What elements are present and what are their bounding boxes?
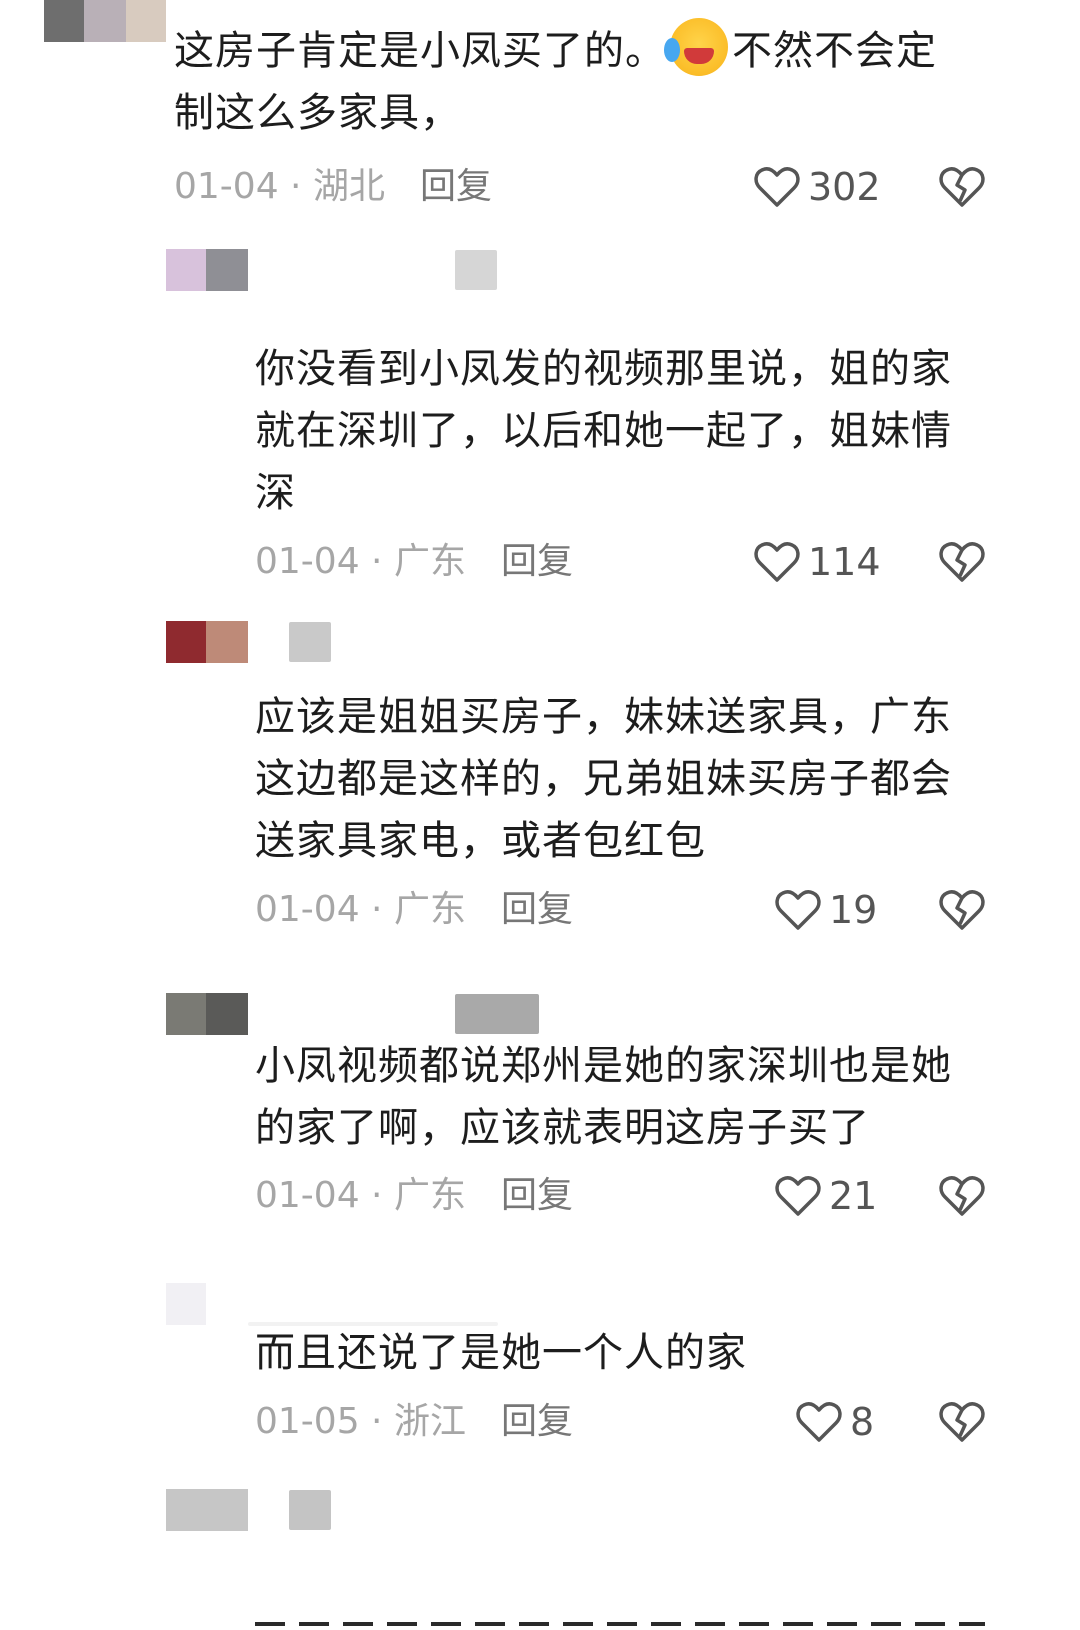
heart-outline-icon: [796, 1402, 842, 1442]
dislike-button[interactable]: [937, 1397, 987, 1447]
avatar[interactable]: [166, 1489, 248, 1531]
comment-text-line: 就在深圳了，以后和她一起了，姐妹情: [255, 408, 952, 454]
comment-date-region: 01-04 · 湖北: [174, 166, 385, 207]
username[interactable]: [289, 1490, 331, 1530]
comment-text: 应该是姐姐买房子，妹妹送家具，广东 这边都是这样的，兄弟姐妹买房子都会 送家具家…: [255, 686, 1035, 872]
crying-laughing-emoji-icon: [664, 18, 728, 76]
comment-text-line: 应该是姐姐买房子，妹妹送家具，广东: [255, 694, 952, 740]
like-count: 302: [808, 165, 881, 209]
broken-heart-icon: [939, 167, 985, 207]
like-count: 114: [808, 540, 881, 584]
username[interactable]: [455, 250, 497, 290]
broken-heart-icon: [939, 542, 985, 582]
comment-text-line: 你没看到小凤发的视频那里说，姐的家: [255, 346, 952, 392]
comment-text-line: 这房子肯定是小凤买了的。: [174, 28, 666, 74]
like-count: 21: [829, 1174, 878, 1218]
broken-heart-icon: [939, 1402, 985, 1442]
comment-text: 而且还说了是她一个人的家: [255, 1322, 1035, 1384]
avatar[interactable]: [44, 0, 166, 42]
heart-outline-icon: [775, 890, 821, 930]
comment-text-line: 的家了啊，应该就表明这房子买了: [255, 1105, 870, 1151]
comment-text-line: 而且还说了是她一个人的家: [255, 1330, 747, 1376]
comment-date-region: 01-04 · 广东: [255, 1175, 466, 1216]
reply-button[interactable]: 回复: [501, 1397, 573, 1447]
comment-text: 小凤视频都说郑州是她的家深圳也是她 的家了啊，应该就表明这房子买了: [255, 1035, 1035, 1159]
dislike-button[interactable]: [937, 885, 987, 935]
avatar[interactable]: [166, 249, 248, 291]
heart-outline-icon: [775, 1176, 821, 1216]
like-count: 19: [829, 888, 878, 932]
like-button[interactable]: 302: [754, 162, 881, 212]
like-button[interactable]: 21: [775, 1171, 877, 1221]
comment-text-cutoff: [255, 1612, 985, 1630]
like-count: 8: [850, 1400, 875, 1444]
avatar[interactable]: [166, 993, 248, 1035]
like-button[interactable]: 114: [754, 537, 881, 587]
heart-outline-icon: [754, 167, 800, 207]
comment-date-region: 01-04 · 广东: [255, 889, 466, 930]
comment-text-line: 深: [255, 470, 296, 516]
reply-button[interactable]: 回复: [501, 1171, 573, 1221]
like-button[interactable]: 19: [775, 885, 877, 935]
dislike-button[interactable]: [937, 162, 987, 212]
heart-outline-icon: [754, 542, 800, 582]
reply-button[interactable]: 回复: [501, 885, 573, 935]
dislike-button[interactable]: [937, 1171, 987, 1221]
comment-text-line: 不然不会定: [732, 28, 937, 74]
username[interactable]: [289, 622, 331, 662]
comment-text-line: 送家具家电，或者包红包: [255, 818, 706, 864]
avatar[interactable]: [166, 1283, 206, 1325]
comment-text: 你没看到小凤发的视频那里说，姐的家 就在深圳了，以后和她一起了，姐妹情 深: [255, 338, 1035, 524]
broken-heart-icon: [939, 890, 985, 930]
comment-text-line: 制这么多家具，: [174, 90, 461, 136]
comment-text-line: 这边都是这样的，兄弟姐妹买房子都会: [255, 756, 952, 802]
like-button[interactable]: 8: [796, 1397, 874, 1447]
comment-date-region: 01-05 · 浙江: [255, 1401, 466, 1442]
reply-button[interactable]: 回复: [420, 162, 492, 212]
dislike-button[interactable]: [937, 537, 987, 587]
comment-date-region: 01-04 · 广东: [255, 541, 466, 582]
comment-text-line: 小凤视频都说郑州是她的家深圳也是她: [255, 1043, 952, 1089]
broken-heart-icon: [939, 1176, 985, 1216]
avatar[interactable]: [166, 621, 248, 663]
reply-button[interactable]: 回复: [501, 537, 573, 587]
username[interactable]: [455, 994, 539, 1034]
comment-text: 这房子肯定是小凤买了的。 不然不会定 制这么多家具，: [174, 18, 1054, 144]
